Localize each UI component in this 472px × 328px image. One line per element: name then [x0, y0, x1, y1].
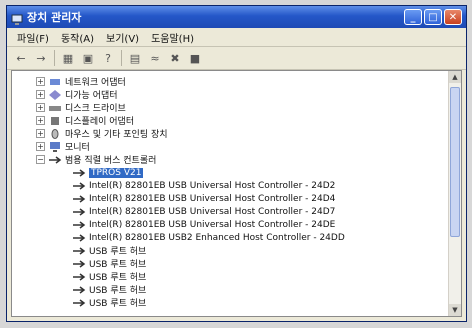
usb-device-item[interactable]: USB 루트 허브: [12, 270, 449, 283]
tree-item-disk-drive[interactable]: + 디스크 드라이브: [12, 101, 449, 114]
forward-icon[interactable]: →: [33, 50, 49, 66]
usb-hub-icon: [72, 258, 86, 269]
expand-icon[interactable]: +: [36, 129, 45, 138]
disk-drive-icon: [48, 102, 62, 113]
usb-device-icon: [72, 232, 86, 243]
usb-device-item[interactable]: TPROS V21: [12, 166, 449, 179]
menu-view[interactable]: 보기(V): [100, 30, 145, 45]
usb-device-icon: [72, 193, 86, 204]
tree-item-label: 범용 직렬 버스 컨트롤러: [65, 156, 157, 166]
minimize-button[interactable]: _: [404, 9, 422, 25]
scan-hardware-icon[interactable]: ▣: [80, 50, 96, 66]
tree-item-label: 디스플레이 어댑터: [65, 117, 135, 127]
tree-item-label: 디스크 드라이브: [65, 104, 126, 114]
tree-item-label: 디가능 어댑터: [65, 91, 118, 101]
tree-item-display-adapter[interactable]: + 디스플레이 어댑터: [12, 114, 449, 127]
expand-icon[interactable]: +: [36, 103, 45, 112]
toolbar-separator: [54, 50, 55, 66]
update-driver-icon[interactable]: ▤: [127, 50, 143, 66]
scan-icon[interactable]: ■: [187, 50, 203, 66]
tree-item-label: 네트워크 어댑터: [65, 78, 126, 88]
device-tree: + 네트워크 어댑터 + 디가능 어댑터 + 디스크 드라이브 + 디스플레이 …: [12, 71, 449, 316]
tree-item-usb-controllers[interactable]: − 범용 직렬 버스 컨트롤러: [12, 153, 449, 166]
usb-hub-icon: [72, 297, 86, 308]
expand-icon[interactable]: +: [36, 77, 45, 86]
usb-device-icon: [72, 206, 86, 217]
mouse-icon: [48, 128, 62, 139]
tree-item-label: USB 루트 허브: [89, 247, 147, 257]
menu-help[interactable]: 도움말(H): [145, 30, 200, 45]
tree-item-monitor[interactable]: + 모니터: [12, 140, 449, 153]
tree-item-label-selected: TPROS V21: [89, 167, 144, 178]
expand-icon[interactable]: +: [36, 90, 45, 99]
toolbar: ← → ▦ ▣ ? ▤ ≈ ✖ ■: [7, 47, 466, 70]
tree-item-adapter[interactable]: + 디가능 어댑터: [12, 88, 449, 101]
adapter-icon: [48, 89, 62, 100]
display-adapter-icon: [48, 115, 62, 126]
back-icon[interactable]: ←: [13, 50, 29, 66]
usb-device-item[interactable]: Intel(R) 82801EB USB Universal Host Cont…: [12, 218, 449, 231]
tree-item-label: USB 루트 허브: [89, 299, 147, 309]
properties-icon[interactable]: ▦: [60, 50, 76, 66]
scroll-up-icon[interactable]: ▲: [449, 71, 461, 83]
tree-item-label: Intel(R) 82801EB USB Universal Host Cont…: [89, 206, 336, 217]
usb-device-item[interactable]: Intel(R) 82801EB USB2 Enhanced Host Cont…: [12, 231, 449, 244]
usb-hub-icon: [72, 271, 86, 282]
scrollbar-thumb[interactable]: [450, 87, 460, 237]
device-manager-window: 장치 관리자 _ □ ✕ 파일(F) 동작(A) 보기(V) 도움말(H) ← …: [6, 5, 467, 322]
usb-icon: [48, 154, 62, 165]
tree-item-label: Intel(R) 82801EB USB Universal Host Cont…: [89, 219, 336, 230]
menu-action[interactable]: 동작(A): [55, 30, 100, 45]
menu-file[interactable]: 파일(F): [11, 30, 55, 45]
tree-item-label: 모니터: [65, 143, 90, 153]
usb-hub-icon: [72, 284, 86, 295]
tree-item-mouse[interactable]: + 마우스 및 기타 포인팅 장치: [12, 127, 449, 140]
window-title: 장치 관리자: [27, 11, 82, 24]
toolbar-separator: [121, 50, 122, 66]
device-tree-panel: + 네트워크 어댑터 + 디가능 어댑터 + 디스크 드라이브 + 디스플레이 …: [11, 70, 462, 317]
tree-item-label: 마우스 및 기타 포인팅 장치: [65, 130, 168, 140]
tree-item-label: USB 루트 허브: [89, 286, 147, 296]
menu-bar: 파일(F) 동작(A) 보기(V) 도움말(H): [7, 28, 466, 47]
expand-icon[interactable]: +: [36, 142, 45, 151]
usb-device-icon: [72, 219, 86, 230]
usb-device-item[interactable]: USB 루트 허브: [12, 257, 449, 270]
disable-icon[interactable]: ≈: [147, 50, 163, 66]
expand-icon[interactable]: +: [36, 116, 45, 125]
usb-device-item[interactable]: USB 루트 허브: [12, 244, 449, 257]
network-adapter-icon: [48, 76, 62, 87]
monitor-icon: [48, 141, 62, 152]
close-icon: ✕: [448, 11, 458, 23]
maximize-icon: □: [428, 11, 438, 23]
usb-hub-icon: [72, 245, 86, 256]
usb-device-icon: [72, 180, 86, 191]
scroll-down-icon[interactable]: ▼: [449, 304, 461, 316]
usb-device-item[interactable]: USB 루트 허브: [12, 283, 449, 296]
computer-management-icon: [11, 11, 23, 25]
minimize-icon: _: [410, 11, 416, 23]
vertical-scrollbar[interactable]: ▲ ▼: [448, 71, 461, 316]
tree-item-label: USB 루트 허브: [89, 273, 147, 283]
tree-item-label: Intel(R) 82801EB USB2 Enhanced Host Cont…: [89, 232, 345, 243]
usb-device-item[interactable]: USB 루트 허브: [12, 296, 449, 309]
uninstall-icon[interactable]: ✖: [167, 50, 183, 66]
usb-device-item[interactable]: Intel(R) 82801EB USB Universal Host Cont…: [12, 205, 449, 218]
tree-item-label: Intel(R) 82801EB USB Universal Host Cont…: [89, 180, 336, 191]
close-button[interactable]: ✕: [444, 9, 462, 25]
maximize-button[interactable]: □: [424, 9, 442, 25]
title-bar[interactable]: 장치 관리자 _ □ ✕: [7, 6, 466, 28]
collapse-icon[interactable]: −: [36, 155, 45, 164]
usb-device-item[interactable]: Intel(R) 82801EB USB Universal Host Cont…: [12, 192, 449, 205]
tree-item-network-adapter[interactable]: + 네트워크 어댑터: [12, 75, 449, 88]
usb-device-item[interactable]: Intel(R) 82801EB USB Universal Host Cont…: [12, 179, 449, 192]
tree-item-label: USB 루트 허브: [89, 260, 147, 270]
usb-device-icon: [72, 167, 86, 178]
tree-item-label: Intel(R) 82801EB USB Universal Host Cont…: [89, 193, 336, 204]
help-icon[interactable]: ?: [100, 50, 116, 66]
